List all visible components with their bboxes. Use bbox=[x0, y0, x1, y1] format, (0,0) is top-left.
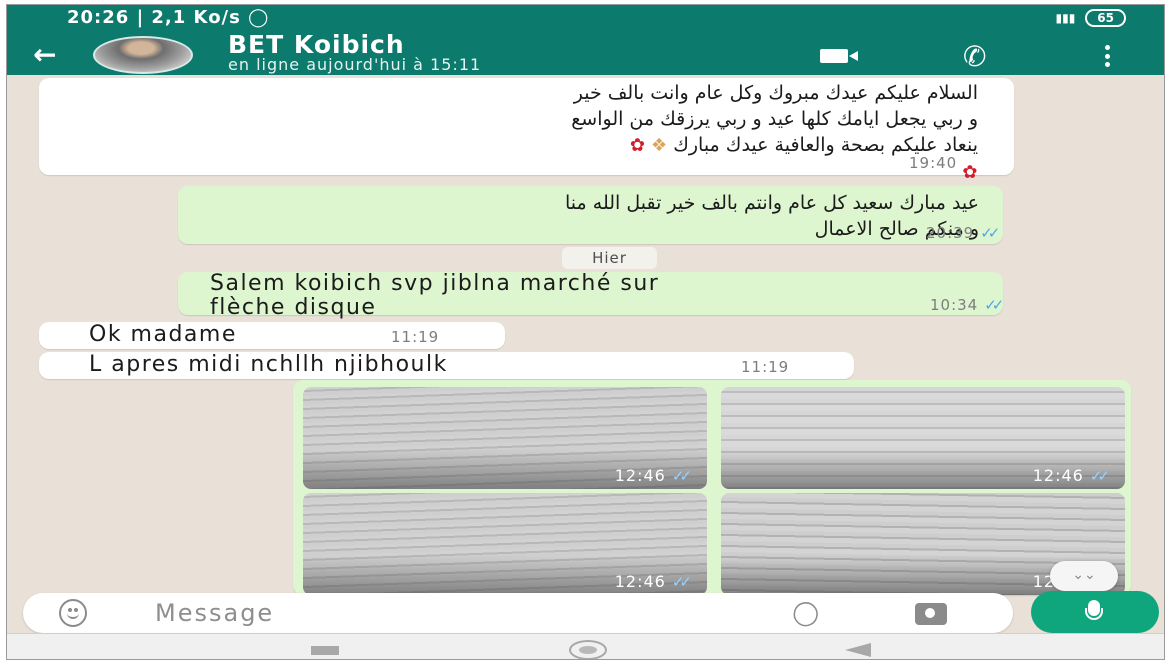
message-text: عيد مبارك سعيد كل عام وانتم بالف خير تقب… bbox=[199, 190, 979, 242]
double-chevron-down-icon: ⌄⌄ bbox=[1072, 567, 1096, 583]
message-line: ✿ bbox=[58, 159, 978, 186]
camera-icon[interactable] bbox=[915, 603, 947, 625]
voice-record-button[interactable] bbox=[1031, 591, 1159, 633]
message-line: flèche disque bbox=[210, 295, 377, 320]
photo-thumbnail[interactable]: 12:46 ✓✓ bbox=[303, 493, 707, 595]
message-timestamp: 20:39 bbox=[926, 224, 975, 242]
scroll-to-bottom-button[interactable]: ⌄⌄ bbox=[1050, 561, 1118, 591]
message-timestamp: 19:40 bbox=[909, 154, 958, 172]
message-timestamp: 11:19 bbox=[391, 328, 440, 346]
message-time: 10:34 ✓✓ bbox=[930, 296, 1004, 314]
attach-icon[interactable]: ◯ bbox=[785, 594, 824, 633]
rose-icon: ✿ bbox=[962, 162, 978, 183]
phone-icon[interactable]: ✆ bbox=[963, 43, 986, 71]
chat-header: 20:26 | 2,1 Ko/s ◯ ▮▮▮ 65 ← BET Koibich … bbox=[7, 5, 1164, 75]
photo-timestamp: 12:46 bbox=[1032, 466, 1084, 485]
message-text: Salem koibich svp jiblna marché sur flèc… bbox=[210, 272, 970, 320]
photo-time: 12:46 ✓✓ bbox=[614, 466, 692, 485]
nav-back-icon[interactable] bbox=[845, 643, 871, 657]
message-timestamp: 11:19 bbox=[741, 358, 790, 376]
message-line: Salem koibich svp jiblna marché sur bbox=[210, 271, 660, 296]
data-saver-icon: ◯ bbox=[248, 7, 270, 28]
read-receipt-icon: ✓✓ bbox=[1089, 466, 1110, 485]
photo-timestamp: 12:46 bbox=[614, 572, 666, 591]
incoming-message[interactable]: Ok madame 11:19 bbox=[39, 322, 505, 349]
folded-hands-icon: ❖ bbox=[651, 135, 668, 156]
message-composer: ◯ bbox=[23, 593, 1013, 633]
message-line: عيد مبارك سعيد كل عام وانتم بالف خير تقب… bbox=[565, 192, 979, 214]
emoji-icon[interactable] bbox=[59, 599, 87, 627]
photo-time: 12:46 ✓✓ bbox=[614, 572, 692, 591]
message-text: Ok madame bbox=[89, 322, 237, 347]
message-line: و ربي يجعل ايامك كلها عيد و ربي يرزقك من… bbox=[571, 108, 978, 130]
outgoing-message[interactable]: Salem koibich svp jiblna marché sur flèc… bbox=[178, 272, 1004, 320]
video-call-icon[interactable] bbox=[820, 49, 858, 63]
photo-time: 12:46 ✓✓ bbox=[1032, 466, 1110, 485]
contact-last-seen: en ligne aujourd'hui à 15:11 bbox=[228, 55, 482, 74]
system-navigation-bar bbox=[7, 633, 1164, 659]
read-receipt-icon: ✓✓ bbox=[984, 296, 1004, 314]
message-time: 11:19 bbox=[741, 358, 789, 376]
rose-icon: ✿ bbox=[629, 135, 645, 156]
signal-icon: ▮▮▮ bbox=[1055, 11, 1076, 25]
message-timestamp: 10:34 bbox=[930, 296, 979, 314]
message-line: السلام عليكم عيدك مبروك وكل عام وانت بال… bbox=[573, 82, 978, 104]
message-time: 20:39 ✓✓ bbox=[926, 224, 1000, 242]
photo-thumbnail[interactable]: 12:46 ✓✓ bbox=[721, 387, 1125, 489]
status-bar-time: 20:26 | 2,1 Ko/s ◯ bbox=[67, 7, 269, 28]
home-icon[interactable] bbox=[569, 640, 607, 659]
status-bar-right: ▮▮▮ 65 bbox=[1055, 9, 1126, 27]
incoming-message[interactable]: L apres midi nchllh njibhoulk 11:19 bbox=[39, 352, 854, 379]
message-line: ينعاد عليكم بصحة والعافية عيدك مبارك ❖ ✿ bbox=[58, 132, 978, 159]
outgoing-message[interactable]: عيد مبارك سعيد كل عام وانتم بالف خير تقب… bbox=[178, 186, 1003, 244]
read-receipt-icon: ✓✓ bbox=[671, 466, 692, 485]
chat-messages[interactable]: السلام عليكم عيدك مبروك وكل عام وانت بال… bbox=[7, 75, 1164, 595]
status-bar-text: 20:26 | 2,1 Ko/s bbox=[67, 7, 241, 28]
message-time: 11:19 bbox=[391, 328, 439, 346]
photo-thumbnail[interactable]: 12:46 ✓✓ bbox=[303, 387, 707, 489]
message-text: L apres midi nchllh njibhoulk bbox=[89, 352, 448, 377]
recent-apps-icon[interactable] bbox=[311, 646, 339, 655]
photo-timestamp: 12:46 bbox=[614, 466, 666, 485]
message-line-text: ينعاد عليكم بصحة والعافية عيدك مبارك bbox=[673, 134, 978, 156]
message-line: و منكم صالح الاعمال bbox=[814, 218, 979, 240]
read-receipt-icon: ✓✓ bbox=[980, 224, 1000, 242]
message-input[interactable] bbox=[155, 597, 715, 629]
message-time: 19:40 bbox=[909, 154, 957, 172]
back-arrow-icon[interactable]: ← bbox=[33, 41, 56, 69]
more-vert-icon[interactable] bbox=[1105, 45, 1111, 67]
outgoing-photo-album[interactable]: 12:46 ✓✓ 12:46 ✓✓ 12:46 ✓✓ bbox=[293, 380, 1131, 595]
incoming-message[interactable]: السلام عليكم عيدك مبروك وكل عام وانت بال… bbox=[39, 78, 1014, 183]
read-receipt-icon: ✓✓ bbox=[671, 572, 692, 591]
day-separator: Hier bbox=[562, 247, 657, 269]
message-text: السلام عليكم عيدك مبروك وكل عام وانت بال… bbox=[58, 80, 978, 186]
battery-icon: 65 bbox=[1085, 9, 1126, 27]
phone-screen: 20:26 | 2,1 Ko/s ◯ ▮▮▮ 65 ← BET Koibich … bbox=[6, 4, 1165, 660]
contact-avatar[interactable] bbox=[93, 36, 193, 74]
